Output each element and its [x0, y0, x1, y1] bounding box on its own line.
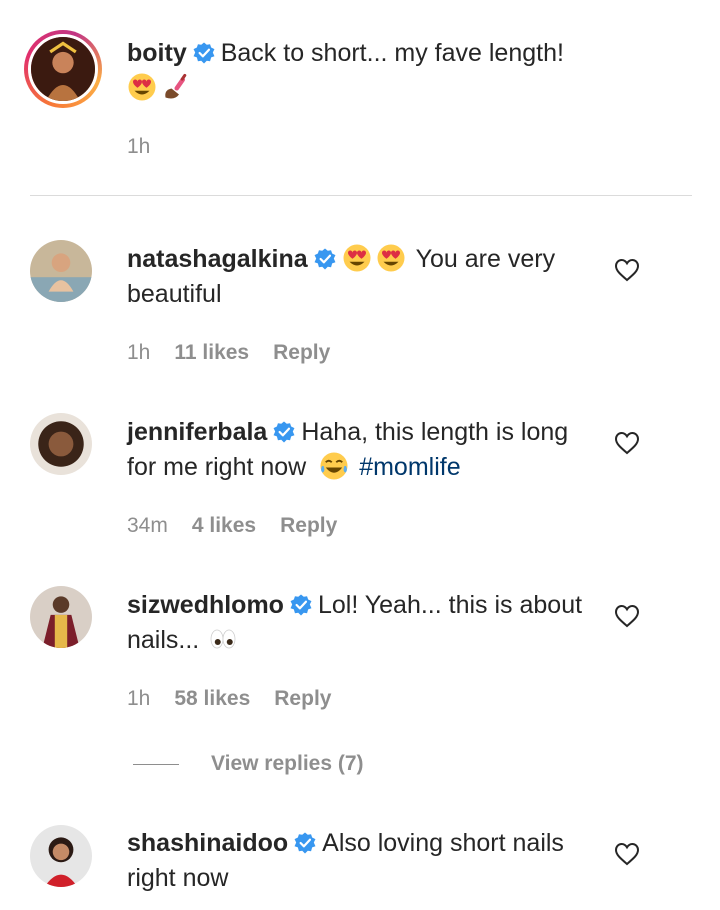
- like-heart-icon[interactable]: [614, 258, 640, 282]
- verified-icon: [193, 42, 215, 64]
- like-count[interactable]: 4 likes: [192, 514, 256, 537]
- like-heart-icon[interactable]: [614, 604, 640, 628]
- caption-timestamp: 1h: [127, 135, 151, 158]
- avatar-sizwedhlomo[interactable]: [30, 586, 92, 648]
- avatar-jenniferbala[interactable]: [30, 413, 92, 475]
- username[interactable]: jenniferbala: [127, 418, 267, 446]
- caption-meta: 1h: [127, 135, 174, 159]
- heart-eyes-emoji-icon: [127, 72, 157, 102]
- verified-icon: [290, 594, 312, 616]
- username[interactable]: sizwedhlomo: [127, 591, 284, 619]
- verified-icon: [273, 421, 295, 443]
- reply-button[interactable]: Reply: [273, 341, 330, 364]
- avatar-image: [30, 586, 92, 648]
- avatar-image: [30, 825, 92, 887]
- avatar-boity[interactable]: [24, 30, 102, 108]
- nail-polish-emoji-icon: [165, 73, 187, 99]
- comment-timestamp: 1h: [127, 341, 151, 364]
- hashtag-link[interactable]: #momlife: [359, 453, 460, 481]
- username[interactable]: boity: [127, 39, 187, 67]
- avatar-image: [31, 37, 95, 101]
- avatar-image: [30, 413, 92, 475]
- divider: [30, 195, 692, 196]
- like-count[interactable]: 11 likes: [174, 341, 249, 364]
- comment-text-block: shashinaidoo Also loving short nails righ…: [127, 826, 592, 896]
- post-caption: boity Back to short... my fave length! 1h: [0, 0, 720, 196]
- comment-timestamp: 1h: [127, 687, 151, 710]
- avatar-shashinaidoo[interactable]: [30, 825, 92, 887]
- like-heart-icon[interactable]: [614, 842, 640, 866]
- comment-text-block: jenniferbala Haha, this length is long fo…: [127, 415, 592, 485]
- comment-meta: 1h 11 likes Reply: [127, 341, 354, 365]
- comment-meta: 1h 58 likes Reply: [127, 687, 355, 711]
- comment-timestamp: 34m: [127, 514, 168, 537]
- username[interactable]: natashagalkina: [127, 245, 308, 273]
- avatar-natashagalkina[interactable]: [30, 240, 92, 302]
- avatar-image: [30, 240, 92, 302]
- heart-eyes-emoji-icon: [376, 243, 406, 273]
- like-count[interactable]: 58 likes: [174, 687, 250, 710]
- comment-text-block: natashagalkina You are very beautiful: [127, 242, 592, 312]
- comment-meta: 34m 4 likes Reply: [127, 514, 361, 538]
- verified-icon: [314, 248, 336, 270]
- view-replies-label: View replies (7): [211, 752, 364, 775]
- comment-text-block: sizwedhlomo Lol! Yeah... this is about na…: [127, 588, 592, 658]
- username[interactable]: shashinaidoo: [127, 829, 288, 857]
- verified-icon: [294, 832, 316, 854]
- view-replies-line: [133, 763, 179, 765]
- tears-of-joy-emoji-icon: [320, 452, 348, 480]
- like-heart-icon[interactable]: [614, 431, 640, 455]
- heart-eyes-emoji-icon: [342, 243, 372, 273]
- caption-text-block: boity Back to short... my fave length!: [127, 36, 647, 106]
- view-replies-button[interactable]: View replies (7): [133, 752, 364, 776]
- reply-button[interactable]: Reply: [280, 514, 337, 537]
- reply-button[interactable]: Reply: [274, 687, 331, 710]
- eyes-emoji-icon: [210, 629, 236, 649]
- caption-text: Back to short... my fave length!: [220, 39, 564, 67]
